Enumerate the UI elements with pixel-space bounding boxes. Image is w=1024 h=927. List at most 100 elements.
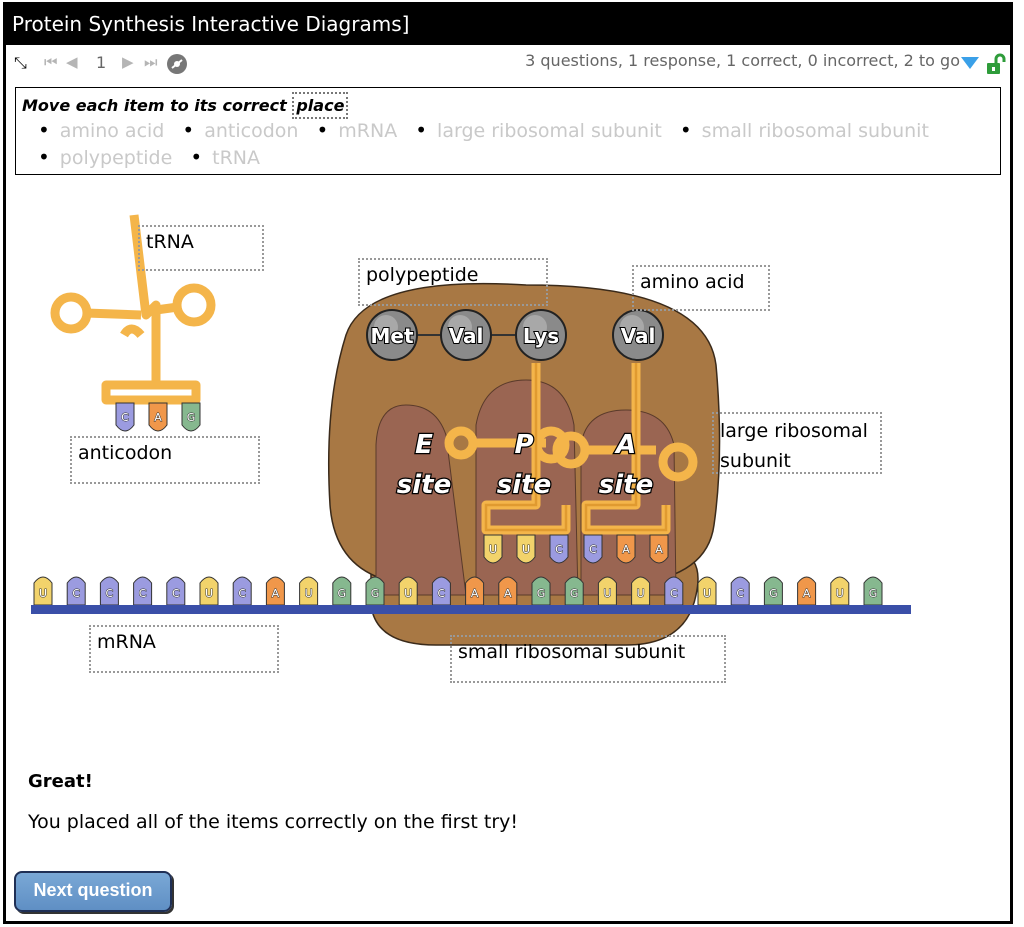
base-letter: C — [670, 587, 678, 600]
next-question-button[interactable]: Next question — [14, 871, 172, 912]
nucleotide-base: C — [66, 576, 86, 606]
nucleotide-base: U — [597, 576, 617, 606]
base-letter: U — [489, 543, 497, 556]
e-site-word: site — [397, 470, 451, 500]
base-letter: A — [655, 543, 663, 556]
base-letter: U — [404, 587, 412, 600]
nucleotide-base: U — [516, 534, 536, 564]
p-trna-bases: UUC — [483, 534, 569, 564]
base-letter: U — [703, 587, 711, 600]
base-letter: U — [603, 587, 611, 600]
nucleotide-base: C — [115, 402, 135, 432]
label-anticodon[interactable]: anticodon — [70, 436, 260, 484]
nucleotide-base: A — [498, 576, 518, 606]
nucleotide-base: C — [99, 576, 119, 606]
base-letter: A — [803, 587, 811, 600]
amino-acid: Val — [612, 309, 664, 361]
amino-acid-label: Val — [449, 324, 484, 348]
feedback-text: You placed all of the items correctly on… — [28, 811, 518, 833]
nucleotide-base: A — [649, 534, 669, 564]
base-letter: C — [172, 587, 180, 600]
nucleotide-base: G — [531, 576, 551, 606]
app-frame: Protein Synthesis Interactive Diagrams] … — [3, 2, 1013, 924]
nucleotide-base: G — [564, 576, 584, 606]
base-letter: C — [238, 587, 246, 600]
nucleotide-base: C — [166, 576, 186, 606]
base-letter: G — [338, 587, 347, 600]
base-letter: C — [438, 587, 446, 600]
base-letter: C — [139, 587, 147, 600]
mrna-backbone — [31, 605, 911, 614]
label-large-ribosomal-subunit[interactable]: large ribosomal subunit — [712, 412, 882, 474]
nucleotide-base: C — [133, 576, 153, 606]
amino-acid-label: Val — [621, 324, 656, 348]
nucleotide-base: G — [365, 576, 385, 606]
base-letter: U — [305, 587, 313, 600]
e-site-letter: E — [415, 430, 433, 460]
nucleotide-base: A — [797, 576, 817, 606]
a-trna-bases: CAA — [583, 534, 669, 564]
base-letter: U — [836, 587, 844, 600]
base-letter: C — [555, 543, 563, 556]
p-site-word: site — [497, 470, 551, 500]
nucleotide-base: U — [299, 576, 319, 606]
nucleotide-base: A — [465, 576, 485, 606]
nucleotide-base: G — [332, 576, 352, 606]
amino-acid: Val — [440, 309, 492, 361]
nucleotide-base: C — [583, 534, 603, 564]
protein-synthesis-diagram: E site P site A site Met Val Lys Val C A G U U… — [31, 214, 911, 646]
nucleotide-base: C — [232, 576, 252, 606]
amino-acid-label: Met — [370, 324, 413, 348]
nucleotide-base: C — [730, 576, 750, 606]
nucleotide-base: U — [33, 576, 53, 606]
base-letter: U — [205, 587, 213, 600]
base-letter: U — [637, 587, 645, 600]
nucleotide-base: C — [549, 534, 569, 564]
amino-acid: Met — [366, 309, 418, 361]
nucleotide-base: A — [265, 576, 285, 606]
nucleotide-base: G — [181, 402, 201, 432]
base-letter: C — [121, 411, 129, 424]
base-letter: G — [769, 587, 778, 600]
label-polypeptide[interactable]: polypeptide — [358, 258, 548, 306]
base-letter: G — [570, 587, 579, 600]
base-letter: A — [471, 587, 479, 600]
base-letter: C — [106, 587, 114, 600]
base-letter: A — [622, 543, 630, 556]
base-letter: C — [72, 587, 80, 600]
nucleotide-base: U — [199, 576, 219, 606]
base-letter: G — [371, 587, 380, 600]
label-mrna[interactable]: mRNA — [89, 625, 279, 673]
base-letter: A — [272, 587, 280, 600]
base-letter: U — [39, 587, 47, 600]
label-amino-acid[interactable]: amino acid — [632, 265, 770, 311]
a-site-letter: A — [614, 430, 636, 460]
label-trna[interactable]: tRNA — [138, 225, 264, 271]
nucleotide-base: G — [763, 576, 783, 606]
base-letter: G — [537, 587, 546, 600]
nucleotide-base: U — [631, 576, 651, 606]
nucleotide-base: A — [616, 534, 636, 564]
base-letter: A — [504, 587, 512, 600]
p-site-letter: P — [514, 430, 533, 460]
amino-acid: Lys — [515, 309, 567, 361]
nucleotide-base: C — [431, 576, 451, 606]
nucleotide-base: C — [664, 576, 684, 606]
a-site-word: site — [599, 470, 653, 500]
nucleotide-base: U — [830, 576, 850, 606]
amino-acid-label: Lys — [523, 324, 559, 348]
base-letter: G — [187, 411, 196, 424]
nucleotide-base: A — [148, 402, 168, 432]
nucleotide-base: U — [398, 576, 418, 606]
nucleotide-base: G — [863, 576, 883, 606]
base-letter: C — [736, 587, 744, 600]
nucleotide-base: U — [483, 534, 503, 564]
anticodon-bases: CAG — [115, 402, 201, 432]
base-letter: G — [869, 587, 878, 600]
base-letter: C — [589, 543, 597, 556]
feedback-heading: Great! — [28, 771, 93, 792]
label-small-ribosomal-subunit[interactable]: small ribosomal subunit — [450, 635, 726, 683]
base-letter: U — [522, 543, 530, 556]
nucleotide-base: U — [697, 576, 717, 606]
base-letter: A — [154, 411, 162, 424]
